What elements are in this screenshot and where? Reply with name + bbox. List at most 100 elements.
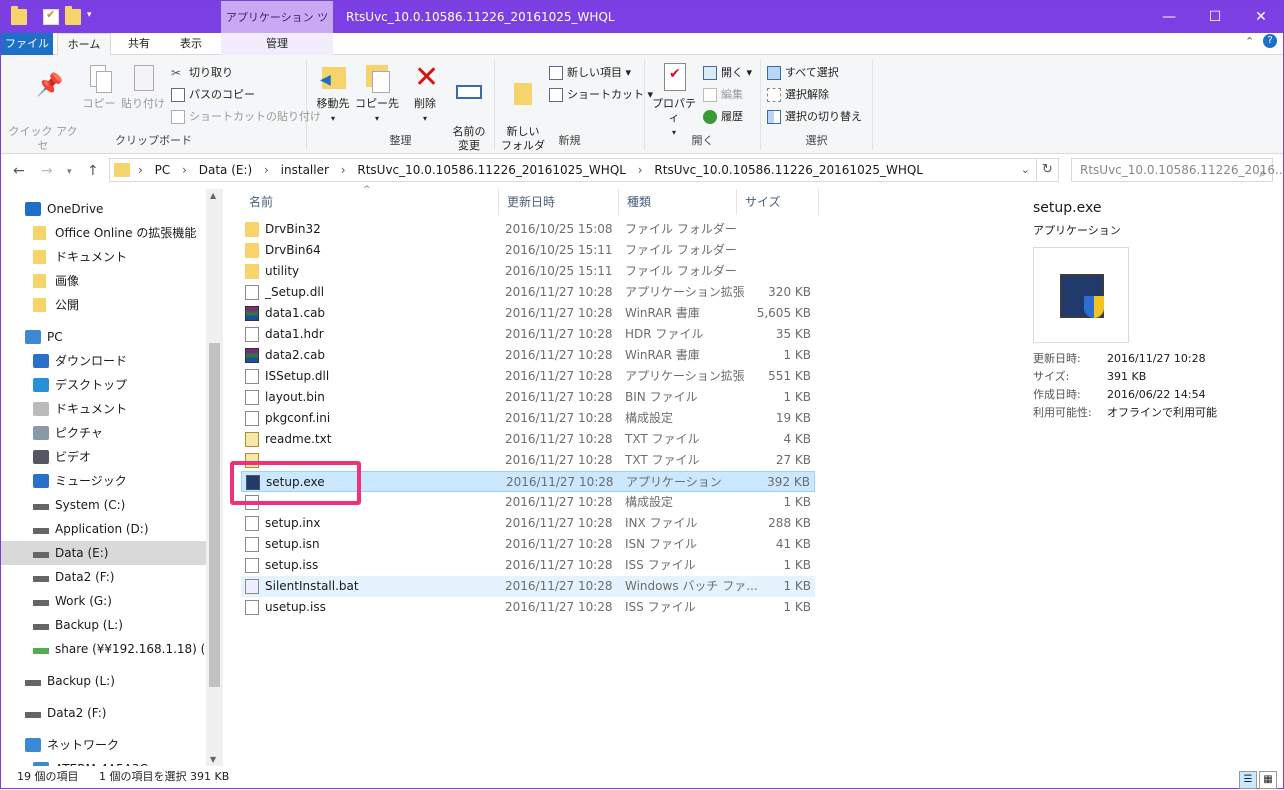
move-to-button[interactable]: ◀ 移動先 ▾ [311,61,355,126]
nav-item[interactable]: ドキュメント [1,245,206,269]
tab-file[interactable]: ファイル [1,33,53,55]
file-row[interactable]: DrvBin32 2016/10/25 15:08 ファイル フォルダー [241,219,815,240]
large-icons-view-icon[interactable]: ▦ [1259,771,1277,789]
address-bar[interactable]: › PC › Data (E:) › installer › RtsUvc_10… [109,158,1037,182]
nav-item[interactable]: 公開 [1,293,206,317]
nav-item[interactable]: PC [1,325,206,349]
nav-item[interactable]: share (¥¥192.168.1.18) (Z:) [1,637,222,661]
back-arrow-icon[interactable]: ← [13,163,25,179]
tab-home[interactable]: ホーム [57,33,111,56]
file-row[interactable]: setup.iss 2016/11/27 10:28 ISS ファイル 1 KB [241,555,815,576]
column-header-name[interactable]: 名前 [241,189,499,215]
nav-item[interactable]: 画像 [1,269,206,293]
file-row[interactable]: setup.isn 2016/11/27 10:28 ISN ファイル 41 KB [241,534,815,555]
nav-item[interactable]: ビデオ [1,445,206,469]
column-header-date[interactable]: 更新日時 [499,189,619,215]
edit-button[interactable]: 編集 [703,85,743,105]
select-all-button[interactable]: すべて選択 [767,63,839,83]
file-row[interactable]: utility 2016/10/25 15:11 ファイル フォルダー [241,261,815,282]
drive-icon [33,624,49,630]
nav-item[interactable]: ネットワーク [1,733,206,757]
nav-scrollbar[interactable]: ▲ ▼ [206,189,223,766]
detail-value: オフラインで利用可能 [1107,406,1217,419]
collapse-ribbon-icon[interactable]: ⌃ [1245,35,1254,48]
tab-manage[interactable]: 管理 [241,33,313,55]
minimize-button[interactable]: — [1146,1,1192,33]
help-icon[interactable]: ? [1263,34,1277,48]
search-input[interactable]: RtsUvc_10.0.10586.11226_2016... ⌕ [1071,158,1284,182]
breadcrumb-rtsuvc-parent[interactable]: RtsUvc_10.0.10586.11226_20161025_WHQL [357,163,626,177]
customize-quick-access-icon[interactable]: ▾ [87,10,92,20]
nav-item[interactable]: Work (G:) [1,589,206,613]
refresh-icon[interactable]: ↻ [1037,158,1059,182]
file-row[interactable]: setup.inx 2016/11/27 10:28 INX ファイル 288 KB [241,513,815,534]
nav-item[interactable]: Office Online の拡張機能 [1,221,206,245]
new-item-button[interactable]: 新しい項目 ▾ [549,63,631,83]
breadcrumb-data-e[interactable]: Data (E:) [199,163,252,177]
file-row[interactable]: DrvBin64 2016/10/25 15:11 ファイル フォルダー [241,240,815,261]
nav-item[interactable]: Backup (L:) [1,613,206,637]
open-button[interactable]: 開く ▾ [703,63,752,83]
nav-item[interactable]: ダウンロード [1,349,206,373]
properties-button[interactable]: ✔ プロパティ ▾ [649,61,699,140]
breadcrumb-installer[interactable]: installer [281,163,329,177]
nav-item[interactable]: System (C:) [1,493,206,517]
nav-item[interactable]: デスクトップ [1,373,206,397]
copy-button[interactable]: コピー [81,61,117,111]
nav-item[interactable]: Data (E:) [1,541,206,565]
nav-item[interactable]: Data2 (F:) [1,701,206,725]
file-row[interactable]: ISSetup.dll 2016/11/27 10:28 アプリケーション拡張 551… [241,366,815,387]
breadcrumb-pc[interactable]: PC [155,163,171,177]
tab-share[interactable]: 共有 [113,33,165,55]
file-row[interactable]: usetup.iss 2016/11/27 10:28 ISS ファイル 1 KB [241,597,815,618]
column-header-size[interactable]: サイズ [737,189,819,215]
nav-item[interactable]: Application (D:) [1,517,206,541]
properties-quick-icon[interactable] [43,8,59,25]
paste-shortcut-button[interactable]: ショートカットの貼り付け [171,107,321,127]
new-folder-quick-icon[interactable] [65,6,81,25]
tab-view[interactable]: 表示 [165,33,217,55]
history-button[interactable]: 履歴 [703,107,743,127]
nav-item[interactable]: OneDrive [1,197,206,221]
easy-access-button[interactable]: ショートカット ▾ [549,85,653,105]
new-folder-button[interactable]: 新しい フォルダー [499,61,547,167]
file-row[interactable]: pkgconf.ini 2016/11/27 10:28 構成設定 19 KB [241,408,815,429]
invert-selection-button[interactable]: 選択の切り替え [767,107,862,127]
select-none-button[interactable]: 選択解除 [767,85,829,105]
file-row[interactable]: _Setup.dll 2016/11/27 10:28 アプリケーション拡張 320 … [241,282,815,303]
file-row[interactable]: layout.bin 2016/11/27 10:28 BIN ファイル 1 KB [241,387,815,408]
nav-item[interactable]: ミュージック [1,469,206,493]
file-row[interactable]: data2.cab 2016/11/27 10:28 WinRAR 書庫 1 KB [241,345,815,366]
delete-button[interactable]: ✕ 削除 ▾ [405,61,445,126]
maximize-button[interactable]: ☐ [1192,1,1238,33]
nav-item[interactable]: ピクチャ [1,421,206,445]
detail-key: 作成日時: [1033,388,1081,401]
file-row[interactable]: data1.cab 2016/11/27 10:28 WinRAR 書庫 5,605 … [241,303,815,324]
cut-button[interactable]: ✂ 切り取り [171,63,233,83]
nav-item[interactable]: Backup (L:) [1,669,206,693]
file-row[interactable]: SilentInstall.bat 2016/11/27 10:28 Windows… [241,576,815,597]
nav-item[interactable]: Data2 (F:) [1,565,206,589]
nav-scrollbar-thumb[interactable] [209,343,220,687]
scroll-down-icon[interactable]: ▼ [210,755,216,764]
file-row[interactable]: data1.hdr 2016/11/27 10:28 HDR ファイル 35 KB [241,324,815,345]
file-row[interactable]: readme.txt 2016/11/27 10:28 TXT ファイル 4 KB [241,429,815,450]
properties-label: プロパティ [652,97,696,124]
copy-to-icon [362,61,392,95]
address-dropdown-icon[interactable]: ⌄ [1021,159,1030,181]
close-button[interactable]: ✕ [1238,1,1284,33]
details-view-icon[interactable]: ☰ [1239,771,1257,789]
paste-button[interactable]: 貼り付け [119,61,167,111]
file-name: data1.hdr [265,327,324,341]
nav-item[interactable]: ドキュメント [1,397,206,421]
up-arrow-icon[interactable]: ↑ [87,163,99,179]
recent-locations-icon[interactable]: ▾ [67,167,72,177]
copy-to-button[interactable]: コピー先 ▾ [355,61,399,126]
column-header-type[interactable]: 種類 [619,189,737,215]
breadcrumb-rtsuvc-current[interactable]: RtsUvc_10.0.10586.11226_20161025_WHQL [654,163,923,177]
nav-item[interactable]: ATERM-4A5A3C [1,757,206,766]
pin-quick-access-button[interactable]: 📌 クイック アクセ スにピン留め [7,61,79,167]
forward-arrow-icon[interactable]: → [41,163,53,179]
scroll-up-icon[interactable]: ▲ [210,191,216,200]
copy-path-button[interactable]: パスのコピー [171,85,255,105]
